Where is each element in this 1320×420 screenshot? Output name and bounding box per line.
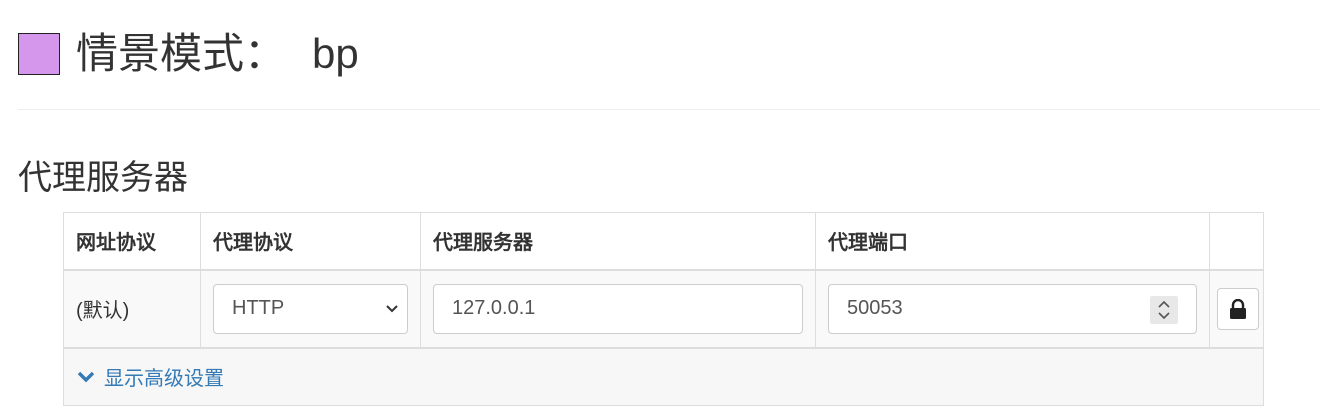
profile-name: bp [312,30,359,77]
profile-header: 情景模式： bp [18,22,359,86]
chevron-down-icon [77,371,95,383]
table-row: (默认) HTTP 127.0.0.1 50053 [63,269,1264,348]
server-input[interactable]: 127.0.0.1 [433,283,803,334]
lock-button[interactable] [1217,287,1259,330]
header-divider [18,109,1320,110]
table-header-row: 网址协议 代理协议 代理服务器 代理端口 [63,212,1264,271]
protocol-select-value: HTTP [232,297,285,319]
show-advanced-link[interactable]: 显示高级设置 [76,362,1251,391]
header-actions [1209,212,1264,271]
proxy-table: 网址协议 代理协议 代理服务器 代理端口 (默认) HTTP 127.0.0.1 [63,212,1264,406]
protocol-select[interactable]: HTTP [213,283,408,334]
server-input-value: 127.0.0.1 [452,297,536,319]
page-title: 情景模式： bp [76,33,359,75]
spinner-up-down-icon [1158,300,1170,319]
header-protocol: 代理协议 [200,212,421,271]
port-input-value: 50053 [847,297,903,319]
header-port: 代理端口 [815,212,1210,271]
page-title-label: 情景模式： [76,30,287,77]
lock-icon [1230,298,1246,319]
port-input[interactable]: 50053 [828,283,1197,334]
header-server: 代理服务器 [420,212,816,271]
show-advanced-label: 显示高级设置 [104,368,224,391]
advanced-row: 显示高级设置 [63,346,1264,406]
port-spinner[interactable] [1150,295,1178,324]
profile-color-swatch[interactable] [18,33,60,75]
scheme-label: (默认) [76,300,130,322]
section-title: 代理服务器 [18,159,188,197]
header-scheme: 网址协议 [63,212,201,271]
select-chevron-icon [386,304,398,312]
